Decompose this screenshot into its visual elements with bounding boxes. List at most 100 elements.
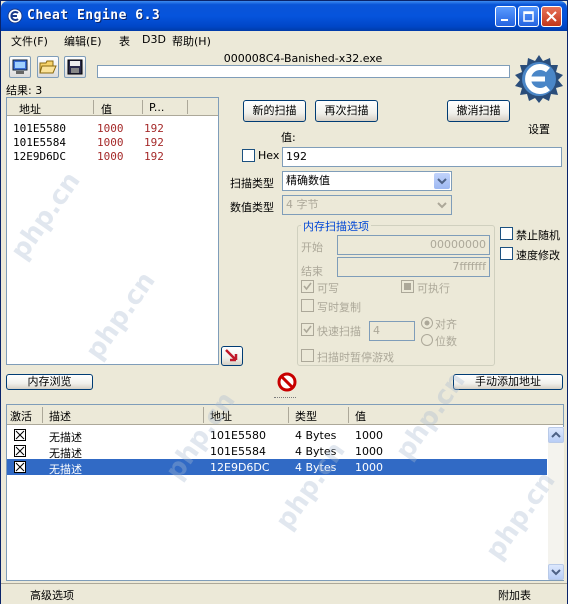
arrow-add-icon (225, 349, 238, 362)
undo-scan-button[interactable]: 撤消扫描 (447, 100, 510, 122)
menu-table[interactable]: 表 (119, 33, 130, 49)
col-description[interactable]: 描述 (49, 408, 71, 424)
result-address: 12E9D6DC (13, 150, 66, 163)
result-previous: 192 (144, 150, 164, 163)
status-bar: 高级选项 附加表 (1, 583, 567, 604)
scan-value-input[interactable]: 192 (282, 147, 562, 167)
result-address: 101E5584 (13, 136, 66, 149)
fast-scan-label: 快速扫描 (317, 325, 361, 338)
title-bar[interactable]: Cheat Engine 6.3 (1, 1, 567, 31)
main-window: Cheat Engine 6.3 文件(F) 编辑(E) 表 D3D 帮助(H)… (0, 0, 568, 604)
table-extras-link[interactable]: 附加表 (498, 587, 531, 603)
address-list-header: 激活 描述 地址 类型 值 (7, 405, 563, 425)
row-type: 4 Bytes (295, 429, 337, 442)
result-previous: 192 (144, 136, 164, 149)
scroll-down-icon[interactable] (548, 564, 564, 580)
hex-label: Hex (258, 149, 280, 162)
menu-file[interactable]: 文件(F) (11, 33, 48, 49)
minimize-icon[interactable] (495, 6, 516, 27)
disable-random-label: 禁止随机 (516, 229, 560, 242)
scan-type-select[interactable]: 精确数值 (282, 171, 452, 191)
pause-game-checkbox[interactable] (301, 349, 314, 362)
chevron-down-icon[interactable] (434, 197, 450, 213)
chevron-down-icon[interactable] (434, 173, 450, 189)
result-address: 101E5580 (13, 122, 66, 135)
col-address[interactable]: 地址 (210, 408, 232, 424)
pause-game-label: 扫描时暂停游戏 (317, 351, 394, 364)
results-header: 地址 值 P... (7, 98, 218, 116)
save-icon[interactable] (64, 56, 86, 78)
advanced-options-link[interactable]: 高级选项 (30, 587, 74, 603)
row-type: 4 Bytes (295, 445, 337, 458)
col-type[interactable]: 类型 (295, 408, 317, 424)
results-count: 结果: 3 (6, 84, 43, 97)
close-icon[interactable] (541, 6, 562, 27)
copy-on-write-checkbox[interactable] (301, 299, 314, 312)
start-label: 开始 (301, 241, 323, 254)
stop-address-input[interactable]: 7fffffff (337, 257, 490, 277)
next-scan-button[interactable]: 再次扫描 (315, 100, 378, 122)
result-previous: 192 (144, 122, 164, 135)
scan-progress-bar (97, 65, 510, 78)
writable-checkbox[interactable] (301, 280, 314, 293)
scan-results-list[interactable]: 地址 值 P... 101E5580 1000 192 101E5584 100… (6, 97, 219, 365)
window-title: Cheat Engine 6.3 (27, 8, 161, 23)
last-digits-radio[interactable] (421, 334, 433, 346)
results-col-address[interactable]: 地址 (19, 101, 41, 117)
result-value: 1000 (97, 122, 124, 135)
address-list-scrollbar[interactable] (548, 427, 564, 580)
row-value: 1000 (355, 429, 383, 442)
results-col-previous[interactable]: P... (149, 101, 164, 114)
menu-edit[interactable]: 编辑(E) (64, 33, 102, 49)
no-entry-icon[interactable] (277, 372, 297, 392)
table-row[interactable]: 无描述 101E5584 4 Bytes 1000 (7, 443, 547, 460)
speedhack-label: 速度修改 (516, 249, 560, 262)
disable-random-checkbox[interactable] (500, 227, 513, 240)
result-value: 1000 (97, 150, 124, 163)
maximize-icon[interactable] (518, 6, 539, 27)
value-label: 值: (281, 131, 296, 144)
scroll-up-icon[interactable] (548, 427, 564, 443)
address-list[interactable]: 激活 描述 地址 类型 值 无描述 101E5580 4 Bytes 1000 … (6, 404, 564, 581)
add-address-manually-button[interactable]: 手动添加地址 (453, 374, 563, 390)
fast-scan-checkbox[interactable] (301, 323, 314, 336)
results-row[interactable]: 101E5580 1000 192 (7, 122, 218, 136)
alignment-radio[interactable] (421, 317, 433, 329)
settings-label[interactable]: 设置 (528, 121, 550, 137)
col-active[interactable]: 激活 (10, 408, 32, 424)
scan-type-value: 精确数值 (286, 174, 330, 187)
results-row[interactable]: 101E5584 1000 192 (7, 136, 218, 150)
scan-type-label: 扫描类型 (230, 177, 274, 190)
splitter-handle[interactable] (274, 397, 296, 400)
table-row[interactable]: 无描述 101E5580 4 Bytes 1000 (7, 427, 547, 444)
hex-checkbox[interactable] (242, 149, 255, 162)
active-checkbox[interactable] (14, 461, 26, 473)
menu-d3d[interactable]: D3D (142, 33, 166, 46)
col-value[interactable]: 值 (355, 408, 366, 424)
active-checkbox[interactable] (14, 445, 26, 457)
add-to-list-button[interactable] (221, 346, 243, 366)
new-scan-button[interactable]: 新的扫描 (243, 100, 306, 122)
open-process-icon[interactable] (9, 56, 31, 78)
speedhack-checkbox[interactable] (500, 247, 513, 260)
value-type-value: 4 字节 (286, 198, 319, 211)
executable-checkbox[interactable] (401, 280, 414, 293)
fast-scan-input[interactable]: 4 (369, 321, 415, 341)
last-digits-label: 位数 (435, 335, 457, 348)
value-type-select[interactable]: 4 字节 (282, 195, 452, 215)
open-file-icon[interactable] (37, 56, 59, 78)
memory-scan-options-title: 内存扫描选项 (301, 218, 371, 234)
results-col-value[interactable]: 值 (101, 101, 112, 117)
cheat-engine-logo-icon[interactable] (513, 53, 565, 105)
row-value: 1000 (355, 445, 383, 458)
active-checkbox[interactable] (14, 429, 26, 441)
writable-label: 可写 (317, 282, 339, 295)
menu-help[interactable]: 帮助(H) (172, 33, 211, 49)
table-row-selected[interactable]: 无描述 12E9D6DC 4 Bytes 1000 (7, 459, 547, 476)
menu-bar: 文件(F) 编辑(E) 表 D3D 帮助(H) (1, 31, 567, 49)
copy-on-write-label: 写时复制 (317, 301, 361, 314)
row-address: 101E5584 (210, 445, 266, 458)
start-address-input[interactable]: 00000000 (337, 235, 490, 255)
memory-view-button[interactable]: 内存浏览 (6, 374, 93, 390)
results-row[interactable]: 12E9D6DC 1000 192 (7, 150, 218, 164)
